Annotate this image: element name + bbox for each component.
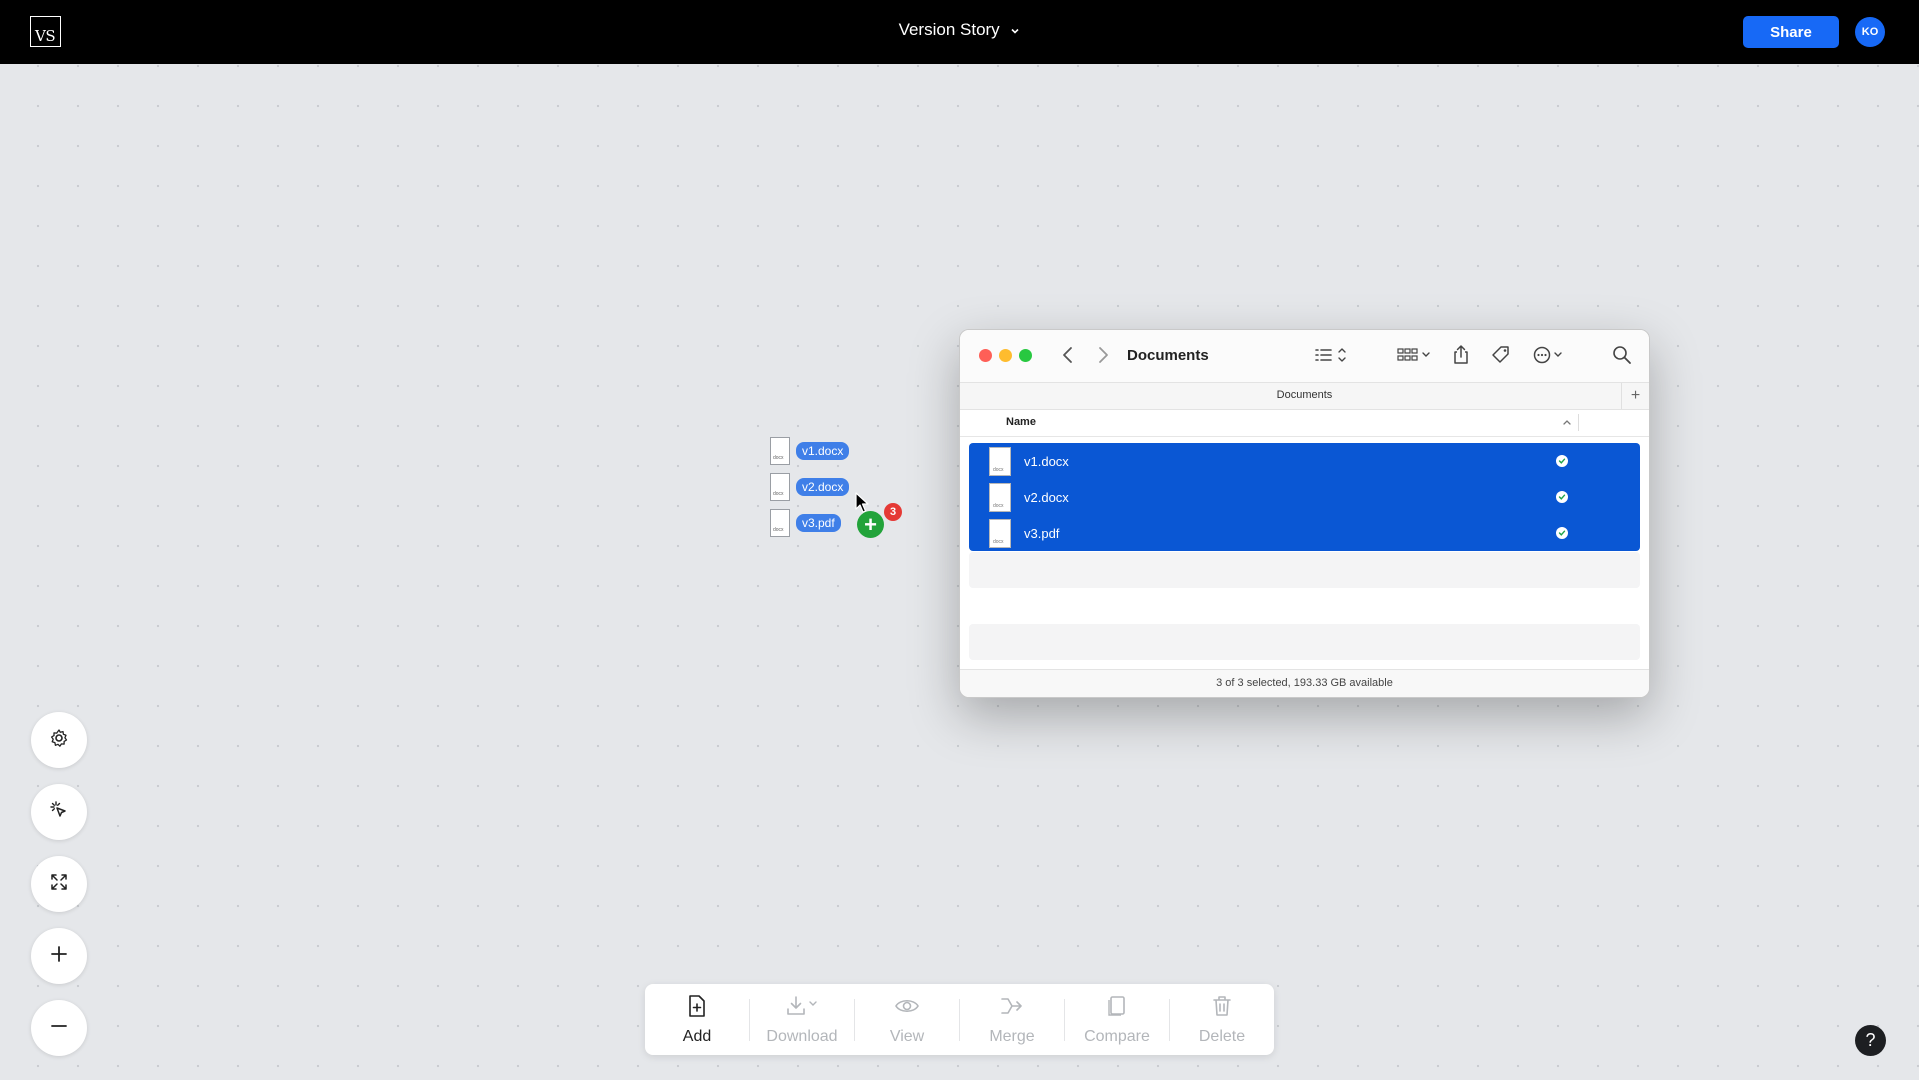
minus-icon — [49, 1016, 69, 1041]
selection-status: 3 of 3 selected, 193.33 GB available — [1216, 677, 1393, 689]
cursor-icon — [855, 492, 871, 519]
synced-check-icon — [1556, 527, 1568, 539]
back-chevron-icon[interactable] — [1061, 344, 1075, 371]
pdf-file-icon — [989, 519, 1011, 548]
file-name: v3.pdf — [1024, 526, 1060, 541]
drag-ghost-label: v2.docx — [796, 478, 850, 496]
download-icon — [785, 994, 819, 1023]
settings-button[interactable] — [31, 712, 87, 768]
finder-title: Documents — [1127, 347, 1209, 364]
column-divider[interactable] — [1578, 414, 1579, 431]
name-column-label[interactable]: Name — [1006, 416, 1036, 428]
project-title-menu[interactable]: Version Story — [0, 20, 1919, 41]
finder-toolbar: Documents — [960, 330, 1649, 382]
list-view-icon[interactable] — [1311, 344, 1349, 371]
file-name: v2.docx — [1024, 490, 1069, 505]
share-icon[interactable] — [1451, 344, 1471, 371]
plus-icon — [49, 944, 69, 969]
drag-ghost-item: v3.pdf — [770, 508, 841, 538]
compare-label: Compare — [1084, 1027, 1150, 1045]
zoom-in-button[interactable] — [31, 928, 87, 984]
avatar[interactable]: KO — [1855, 17, 1885, 47]
view-label: View — [889, 1027, 925, 1045]
view-button[interactable]: View — [855, 984, 959, 1055]
docx-file-icon — [989, 447, 1011, 476]
fit-view-button[interactable] — [31, 856, 87, 912]
magic-select-icon — [49, 800, 69, 825]
add-button[interactable]: Add — [645, 984, 749, 1055]
download-button[interactable]: Download — [750, 984, 854, 1055]
merge-icon — [999, 994, 1025, 1023]
project-title: Version Story — [898, 20, 1000, 39]
action-toolbar: Add Download View Merge Compare Delete — [645, 984, 1274, 1055]
file-row[interactable]: v1.docx — [969, 443, 1640, 479]
file-icon — [770, 509, 790, 537]
drag-ghost-label: v1.docx — [796, 442, 850, 460]
delete-label: Delete — [1198, 1027, 1246, 1045]
expand-icon — [49, 872, 69, 897]
new-tab-button[interactable]: + — [1621, 383, 1649, 409]
finder-tab-bar: Documents + — [960, 382, 1649, 410]
file-row[interactable]: v3.pdf — [969, 515, 1640, 551]
file-name: v1.docx — [1024, 454, 1069, 469]
chevron-down-icon — [1010, 21, 1020, 41]
file-row[interactable]: v2.docx — [969, 479, 1640, 515]
help-button[interactable]: ? — [1855, 1025, 1886, 1056]
top-bar: VS Version Story Share KO — [0, 0, 1919, 64]
file-icon — [770, 437, 790, 465]
group-grid-icon[interactable] — [1394, 344, 1434, 371]
trash-icon — [1211, 994, 1233, 1023]
search-icon[interactable] — [1611, 344, 1633, 371]
drag-ghost-item: v1.docx — [770, 436, 850, 466]
synced-check-icon — [1556, 455, 1568, 467]
forward-chevron-icon[interactable] — [1096, 344, 1110, 371]
synced-check-icon — [1556, 491, 1568, 503]
finder-tab[interactable]: Documents — [960, 389, 1649, 401]
gear-icon — [49, 728, 69, 753]
zoom-window-button[interactable] — [1019, 349, 1032, 362]
add-label: Add — [682, 1027, 712, 1045]
empty-row — [969, 552, 1640, 588]
drag-count-badge: 3 — [884, 503, 902, 521]
zoom-out-button[interactable] — [31, 1000, 87, 1056]
finder-status-bar: 3 of 3 selected, 193.33 GB available — [960, 669, 1649, 697]
sort-ascending-icon[interactable] — [1562, 415, 1572, 433]
docx-file-icon — [989, 483, 1011, 512]
file-list: v1.docx v2.docx v3.pdf — [969, 443, 1640, 551]
compare-button[interactable]: Compare — [1065, 984, 1169, 1055]
drag-ghost-item: v2.docx — [770, 472, 850, 502]
empty-row — [969, 624, 1640, 660]
download-label: Download — [766, 1027, 838, 1045]
eye-icon — [894, 994, 920, 1023]
finder-window: Documents Documents + Name docx v1.docx … — [959, 329, 1650, 698]
drag-ghost-label: v3.pdf — [796, 514, 841, 532]
share-button[interactable]: Share — [1743, 16, 1839, 48]
add-file-icon — [686, 994, 708, 1023]
tag-icon[interactable] — [1490, 344, 1512, 371]
merge-button[interactable]: Merge — [960, 984, 1064, 1055]
column-header[interactable]: Name — [960, 409, 1649, 437]
delete-button[interactable]: Delete — [1170, 984, 1274, 1055]
close-window-button[interactable] — [979, 349, 992, 362]
compare-icon — [1106, 994, 1128, 1023]
merge-label: Merge — [989, 1027, 1035, 1045]
file-icon — [770, 473, 790, 501]
magic-select-button[interactable] — [31, 784, 87, 840]
more-actions-icon[interactable] — [1531, 344, 1567, 371]
minimize-window-button[interactable] — [999, 349, 1012, 362]
